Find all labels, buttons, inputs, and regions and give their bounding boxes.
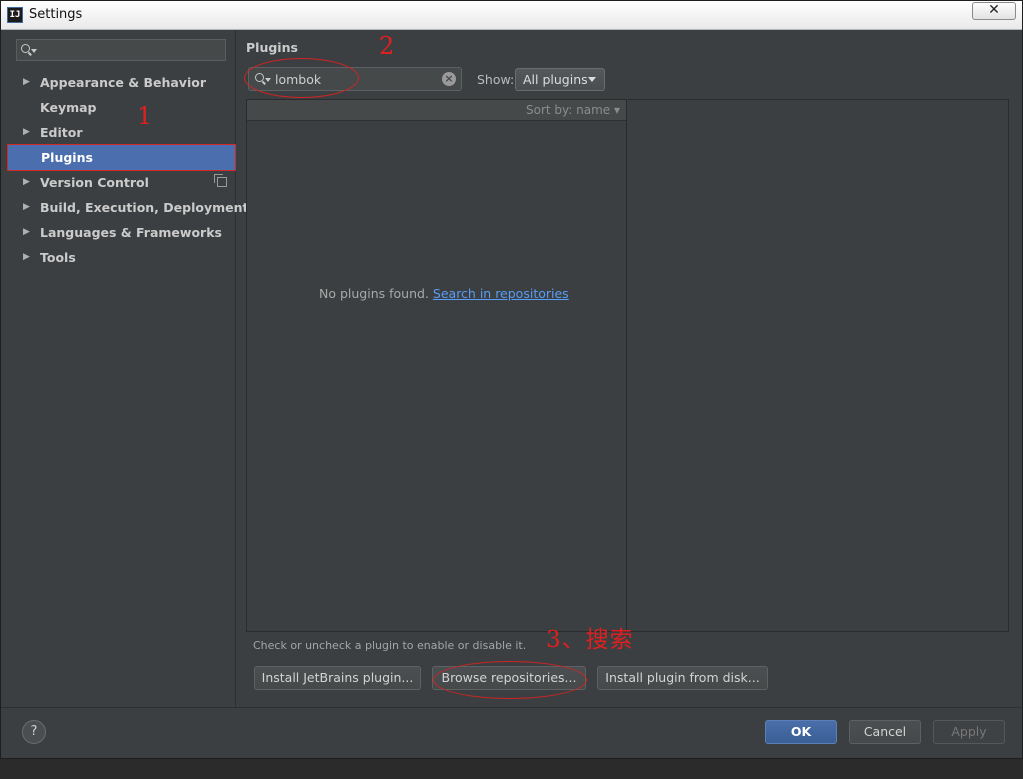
show-filter-value: All plugins	[523, 72, 588, 87]
help-button[interactable]: ?	[22, 720, 46, 744]
show-filter-label: Show:	[477, 72, 515, 87]
sidebar-item-plugins[interactable]: Plugins	[7, 144, 236, 171]
apply-button[interactable]: Apply	[933, 720, 1005, 744]
settings-sidebar: ▶ Appearance & Behavior Keymap ▶ Editor …	[7, 30, 248, 707]
expand-arrow-icon[interactable]: ▶	[23, 170, 30, 195]
plugins-hint-text: Check or uncheck a plugin to enable or d…	[253, 639, 527, 652]
footer-divider	[1, 707, 1022, 708]
annotation-circle-search	[244, 58, 359, 98]
settings-window: IJ Settings ✕ ▶ Appearance & Behavior Ke…	[0, 0, 1023, 759]
expand-arrow-icon[interactable]: ▶	[23, 220, 30, 245]
cancel-button[interactable]: Cancel	[849, 720, 921, 744]
sort-by-dropdown[interactable]: Sort by: name ▾	[526, 103, 620, 117]
chevron-down-icon	[588, 77, 596, 82]
sidebar-item-label: Version Control	[40, 175, 149, 190]
annotation-step-3: 3、搜索	[546, 627, 634, 653]
settings-search-field[interactable]	[16, 39, 226, 61]
search-options-caret-icon	[31, 49, 37, 53]
expand-arrow-icon[interactable]: ▶	[23, 120, 30, 145]
clear-search-icon[interactable]: ×	[442, 72, 456, 86]
expand-arrow-icon[interactable]: ▶	[23, 195, 30, 220]
sidebar-item-label: Keymap	[40, 100, 97, 115]
empty-state-message: No plugins found. Search in repositories	[319, 286, 569, 301]
intellij-app-icon: IJ	[7, 7, 23, 23]
empty-state-text: No plugins found.	[319, 286, 429, 301]
plugin-list-header: Sort by: name ▾	[247, 100, 626, 121]
title-bar: IJ Settings ✕	[1, 1, 1022, 30]
install-plugin-from-disk-button[interactable]: Install plugin from disk...	[597, 666, 768, 690]
sidebar-item-appearance-behavior[interactable]: ▶ Appearance & Behavior	[7, 70, 235, 95]
close-window-button[interactable]: ✕	[972, 2, 1016, 20]
expand-arrow-icon[interactable]: ▶	[23, 245, 30, 270]
sidebar-item-languages-frameworks[interactable]: ▶ Languages & Frameworks	[7, 220, 235, 245]
sidebar-item-label: Languages & Frameworks	[40, 225, 222, 240]
annotation-step-1: 1	[137, 102, 153, 130]
page-title: Plugins	[246, 40, 298, 55]
sidebar-item-build-execution-deployment[interactable]: ▶ Build, Execution, Deployment	[7, 195, 248, 220]
sidebar-item-label: Appearance & Behavior	[40, 75, 206, 90]
sidebar-item-editor[interactable]: ▶ Editor	[7, 120, 235, 145]
sidebar-item-tools[interactable]: ▶ Tools	[7, 245, 235, 270]
search-icon	[21, 44, 30, 53]
sidebar-item-label: Tools	[40, 250, 76, 265]
sidebar-item-label: Plugins	[41, 150, 93, 165]
sort-by-label: Sort by: name	[526, 103, 611, 117]
sidebar-item-keymap[interactable]: Keymap	[7, 95, 235, 120]
sidebar-item-label: Editor	[40, 125, 83, 140]
search-in-repositories-link[interactable]: Search in repositories	[433, 286, 569, 301]
plugin-list: Sort by: name ▾ No plugins found. Search…	[246, 99, 627, 632]
plugin-details-pane	[628, 99, 1009, 632]
window-title: Settings	[29, 7, 83, 22]
sidebar-item-label: Build, Execution, Deployment	[40, 200, 249, 215]
annotation-circle-browse	[433, 661, 587, 699]
sidebar-item-version-control[interactable]: ▶ Version Control	[7, 170, 235, 195]
ok-button[interactable]: OK	[765, 720, 837, 744]
show-filter-dropdown[interactable]: All plugins	[515, 68, 605, 91]
install-jetbrains-plugin-button[interactable]: Install JetBrains plugin...	[254, 666, 421, 690]
project-level-icon	[214, 174, 227, 187]
expand-arrow-icon[interactable]: ▶	[23, 70, 30, 95]
annotation-step-2: 2	[379, 32, 395, 60]
